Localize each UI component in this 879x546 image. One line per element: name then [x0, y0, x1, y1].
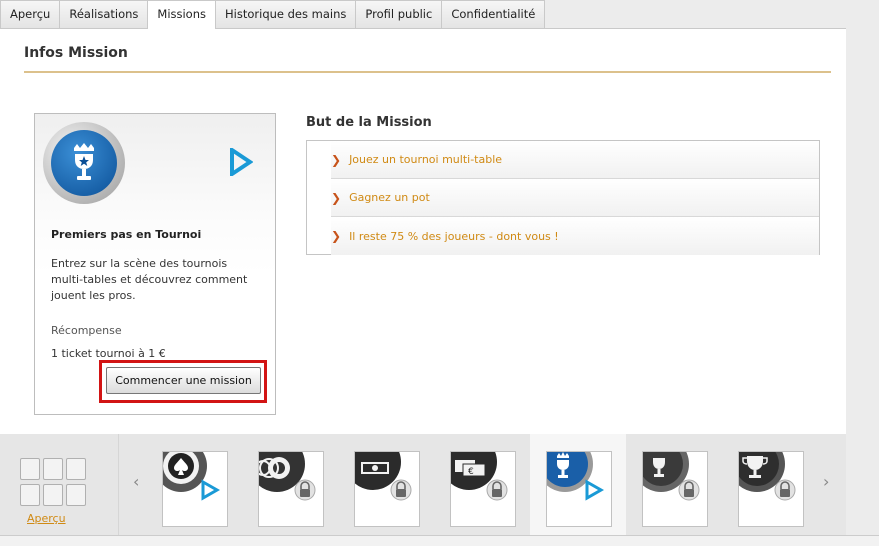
divider: [118, 434, 119, 535]
play-icon[interactable]: [229, 148, 253, 176]
svg-text:€: €: [468, 467, 474, 477]
lock-icon: [294, 479, 316, 501]
mission-thumbnail-active[interactable]: [530, 434, 626, 535]
lock-icon: [678, 479, 700, 501]
tab-apercu[interactable]: Aperçu: [0, 0, 61, 28]
title-divider: [24, 71, 831, 73]
tab-historique-des-mains[interactable]: Historique des mains: [215, 0, 357, 28]
play-icon: [201, 479, 221, 501]
tab-confidentialite[interactable]: Confidentialité: [441, 0, 546, 28]
goal-item-text: Il reste 75 % des joueurs - dont vous !: [349, 229, 559, 243]
lock-icon: [486, 479, 508, 501]
reward-value: 1 ticket tournoi à 1 €: [51, 347, 166, 360]
overview-link[interactable]: Aperçu: [27, 512, 66, 525]
lock-icon: [774, 479, 796, 501]
mission-thumbnail[interactable]: [626, 434, 722, 535]
trophy-star-icon: [74, 143, 94, 180]
goal-item: ❯ Gagnez un pot: [331, 179, 819, 217]
goal-item-text: Gagnez un pot: [349, 191, 430, 204]
tab-missions[interactable]: Missions: [147, 0, 217, 29]
mission-carousel: Aperçu ‹ › €: [0, 434, 846, 535]
mission-thumbnail[interactable]: [338, 434, 434, 535]
mission-description: Entrez sur la scène des tournois multi-t…: [51, 257, 248, 302]
lock-icon: [390, 479, 412, 501]
reward-label: Récompense: [51, 324, 122, 337]
euro-bills-icon: [462, 463, 486, 477]
goal-item: ❯ Il reste 75 % des joueurs - dont vous …: [331, 217, 819, 255]
mission-badge: [43, 122, 125, 204]
chevron-right-icon: ❯: [331, 190, 342, 205]
tab-profil-public[interactable]: Profil public: [355, 0, 443, 28]
start-button-highlight: Commencer une mission: [99, 360, 267, 403]
mission-card: Premiers pas en Tournoi Entrez sur la sc…: [34, 113, 276, 415]
tab-realisations[interactable]: Réalisations: [59, 0, 149, 28]
bottom-edge: [0, 535, 879, 546]
mission-name: Premiers pas en Tournoi: [51, 228, 202, 241]
goal-list: ❯ Jouez un tournoi multi-table ❯ Gagnez …: [306, 140, 820, 255]
mission-thumbnail[interactable]: [242, 434, 338, 535]
mission-thumbnail[interactable]: €: [434, 434, 530, 535]
goal-item: ❯ Jouez un tournoi multi-table: [331, 141, 819, 179]
goal-item-text: Jouez un tournoi multi-table: [349, 153, 503, 166]
chevron-left-icon[interactable]: ‹: [133, 472, 139, 491]
panel-title: Infos Mission: [24, 45, 128, 61]
grid-view-icon[interactable]: [20, 458, 88, 510]
tab-bar: Aperçu Réalisations Missions Historique …: [0, 0, 546, 29]
goal-title: But de la Mission: [306, 115, 432, 130]
start-mission-button[interactable]: Commencer une mission: [106, 367, 261, 394]
chevron-right-icon: ❯: [331, 152, 342, 167]
mission-thumbnail[interactable]: [146, 434, 242, 535]
play-icon: [585, 479, 605, 501]
mission-thumbnail[interactable]: [722, 434, 818, 535]
chevron-right-icon[interactable]: ›: [823, 472, 829, 491]
mission-panel: Infos Mission Premiers pas en Tournoi En…: [0, 28, 846, 434]
chevron-right-icon: ❯: [331, 229, 342, 243]
